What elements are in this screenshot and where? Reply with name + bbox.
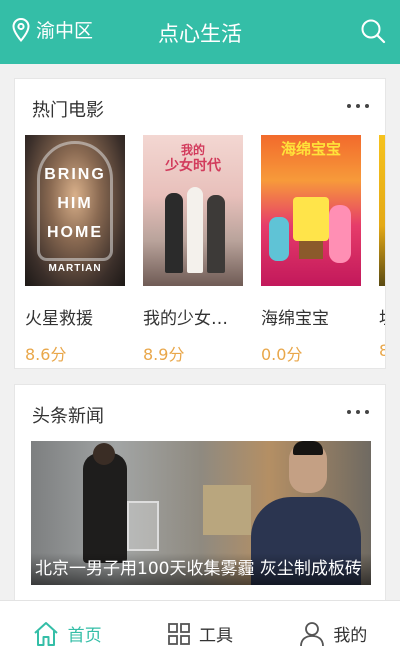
poster-text-line: BRING — [44, 166, 106, 183]
app-title: 点心生活 — [158, 22, 242, 46]
user-icon — [300, 621, 325, 646]
news-headline: 北京一男子用100天收集雾霾 灰尘制成板砖 — [31, 553, 371, 585]
movie-item[interactable]: BRING HIM HOME MARTIAN 火星救援 8.6分 — [25, 135, 125, 365]
movie-list: BRING HIM HOME MARTIAN 火星救援 8.6分 我的 少女时代 — [25, 135, 385, 375]
movie-poster[interactable] — [379, 135, 385, 286]
poster-text-line: 少女时代 — [165, 157, 221, 174]
search-icon[interactable] — [360, 18, 386, 44]
movie-poster[interactable]: BRING HIM HOME MARTIAN — [25, 135, 125, 286]
more-icon[interactable] — [347, 103, 369, 109]
poster-text-line: HIM — [57, 195, 93, 213]
news-card: 头条新闻 北京一男子用100天收集雾霾 灰尘制成板砖 — [14, 384, 386, 606]
movie-item[interactable]: 我的 少女时代 我的少女… 8.9分 — [143, 135, 243, 365]
movie-name: 海绵宝宝 — [261, 309, 329, 329]
movies-section-title: 热门电影 — [32, 100, 104, 121]
home-icon — [33, 621, 58, 646]
nav-label: 首页 — [67, 626, 102, 646]
movies-card-header: 热门电影 — [15, 79, 385, 133]
movie-poster[interactable]: 海绵宝宝 — [261, 135, 361, 286]
movie-item[interactable]: 坦 8 — [379, 135, 385, 360]
movie-score: 8.9分 — [143, 345, 185, 364]
news-card-header: 头条新闻 — [15, 385, 385, 439]
more-icon[interactable] — [347, 409, 369, 415]
nav-item-tools[interactable]: 工具 — [133, 601, 266, 666]
movie-score: 8.6分 — [25, 345, 67, 364]
movies-card: 热门电影 BRING HIM HOME MARTIAN 火星救援 8.6分 我的… — [14, 78, 386, 369]
nav-item-home[interactable]: 首页 — [0, 601, 133, 666]
nav-item-profile[interactable]: 我的 — [267, 601, 400, 666]
poster-text-line: 我的 — [180, 143, 205, 157]
bottom-nav: 首页 工具 我的 — [0, 600, 400, 666]
movie-score: 8 — [379, 341, 385, 360]
movie-name: 火星救援 — [25, 309, 93, 329]
top-bar: 渝中区 点心生活 — [0, 0, 400, 64]
nav-label: 我的 — [333, 626, 368, 646]
movie-name: 坦 — [379, 304, 385, 329]
news-section-title: 头条新闻 — [32, 406, 104, 427]
news-image[interactable]: 北京一男子用100天收集雾霾 灰尘制成板砖 — [31, 441, 371, 585]
poster-text-line: HOME — [47, 224, 103, 242]
movie-poster[interactable]: 我的 少女时代 — [143, 135, 243, 286]
nav-label: 工具 — [198, 626, 233, 646]
poster-title: 海绵宝宝 — [280, 141, 341, 158]
poster-subtext: MARTIAN — [48, 263, 102, 274]
movie-score: 0.0分 — [261, 345, 303, 364]
movie-name: 我的少女… — [143, 309, 228, 329]
grid-icon — [168, 622, 190, 645]
app-screen: 渝中区 点心生活 热门电影 BRING HIM HOME MARTIAN 火星救… — [0, 0, 400, 666]
movie-item[interactable]: 海绵宝宝 海绵宝宝 0.0分 — [261, 135, 361, 365]
